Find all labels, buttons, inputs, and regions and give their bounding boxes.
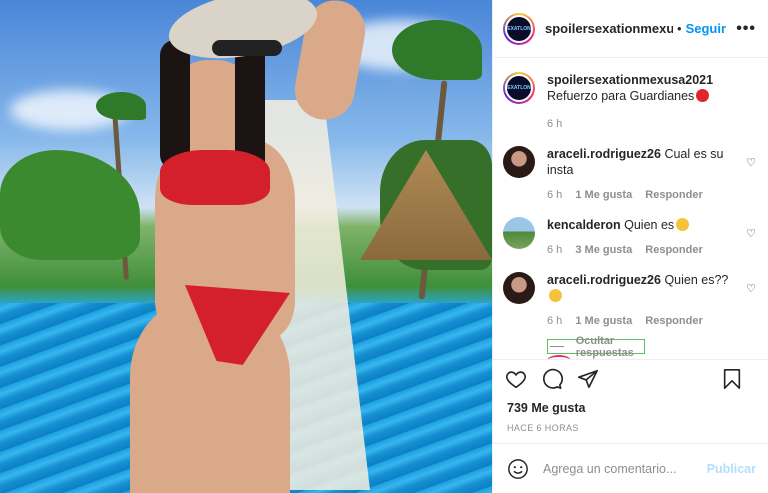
- avatar-logo-text: EXATLON: [507, 25, 531, 32]
- comment-username[interactable]: araceli.rodriguez26: [547, 147, 661, 161]
- separator-dot: •: [677, 21, 682, 36]
- reply-button[interactable]: Responder: [645, 244, 702, 256]
- commenter-avatar[interactable]: [503, 272, 535, 304]
- like-comment-heart-icon[interactable]: ♡: [746, 156, 756, 169]
- replies-line-divider: [550, 346, 564, 347]
- post-photo[interactable]: [0, 0, 492, 493]
- caption-time[interactable]: 6 h: [547, 118, 562, 130]
- hide-replies-label: Ocultar respuestas: [575, 334, 634, 359]
- caption-meta: 6 h: [547, 116, 738, 132]
- palm-frond: [392, 20, 482, 80]
- comment-body: araceli.rodriguez26 Quien es?? 6 h 1 Me …: [547, 272, 756, 329]
- share-button[interactable]: [577, 368, 599, 390]
- comment-body: kencalderon Quien es 6 h 3 Me gusta Resp…: [547, 217, 756, 258]
- sunglasses: [212, 40, 282, 56]
- avatar-logo-text: EXATLON: [507, 85, 531, 91]
- likes-count[interactable]: 739 Me gusta: [493, 397, 768, 417]
- comment-input[interactable]: Agrega un comentario...: [543, 462, 707, 476]
- avatar-image: EXATLON: [505, 74, 533, 102]
- caption-username[interactable]: spoilersexationmexusa2021: [547, 73, 713, 87]
- more-options-button[interactable]: •••: [736, 20, 756, 38]
- like-button[interactable]: [505, 368, 527, 390]
- caption: EXATLON spoilersexationmexusa2021 Refuer…: [503, 72, 756, 132]
- caption-text: Refuerzo para Guardianes: [547, 89, 695, 103]
- caption-avatar[interactable]: EXATLON: [503, 72, 535, 104]
- comment-time[interactable]: 6 h: [547, 315, 562, 327]
- reply-button[interactable]: Responder: [645, 189, 702, 201]
- avatar[interactable]: EXATLON: [503, 12, 535, 45]
- save-button[interactable]: [722, 368, 742, 390]
- hair: [160, 40, 190, 170]
- red-circle-emoji: [696, 89, 710, 102]
- comment-item: araceli.rodriguez26 Cual es su insta 6 h…: [503, 146, 756, 203]
- caption-body: spoilersexationmexusa2021 Refuerzo para …: [547, 72, 756, 132]
- comment-item: araceli.rodriguez26 Quien es?? 6 h 1 Me …: [503, 272, 756, 329]
- palm-frond: [96, 92, 146, 120]
- comment-likes[interactable]: 1 Me gusta: [575, 315, 632, 327]
- reply-button[interactable]: Responder: [645, 315, 702, 327]
- hide-replies-button[interactable]: Ocultar respuestas: [547, 335, 645, 359]
- header-username[interactable]: spoilersexationmexusa2: [545, 21, 673, 36]
- add-comment-bar: Agrega un comentario... Publicar: [493, 443, 768, 493]
- comment-likes[interactable]: 1 Me gusta: [575, 189, 632, 201]
- bikini-top: [160, 150, 270, 205]
- follow-button[interactable]: Seguir: [686, 21, 726, 36]
- comment-bubble-icon: [543, 368, 563, 389]
- bookmark-icon: [723, 368, 741, 389]
- sweat-smile-emoji: [549, 289, 562, 302]
- comment-body: araceli.rodriguez26 Cual es su insta 6 h…: [547, 146, 756, 203]
- avatar-image: EXATLON: [505, 14, 533, 43]
- comment-likes[interactable]: 3 Me gusta: [575, 244, 632, 256]
- post-dialog: EXATLON spoilersexationmexusa2 • Seguir …: [0, 0, 768, 493]
- comment-meta: 6 h 1 Me gusta Responder: [547, 187, 738, 203]
- comment-meta: 6 h 1 Me gusta Responder: [547, 313, 738, 329]
- comment-username[interactable]: kencalderon: [547, 218, 621, 232]
- post-timestamp[interactable]: HACE 6 HORAS: [493, 417, 768, 443]
- publish-button[interactable]: Publicar: [707, 462, 756, 476]
- comments-list[interactable]: EXATLON spoilersexationmexusa2021 Refuer…: [493, 58, 768, 359]
- comment-text: Quien es??: [664, 273, 729, 287]
- paper-plane-icon: [578, 369, 598, 388]
- next-reply-avatar: [547, 355, 571, 359]
- action-bar: [493, 359, 768, 397]
- commenter-avatar[interactable]: [503, 217, 535, 249]
- comment-time[interactable]: 6 h: [547, 189, 562, 201]
- comment-item: kencalderon Quien es 6 h 3 Me gusta Resp…: [503, 217, 756, 258]
- like-comment-heart-icon[interactable]: ♡: [746, 227, 756, 240]
- comment-username[interactable]: araceli.rodriguez26: [547, 273, 661, 287]
- commenter-avatar[interactable]: [503, 146, 535, 178]
- post-side-panel: EXATLON spoilersexationmexusa2 • Seguir …: [492, 0, 768, 493]
- comment-text: Quien es: [624, 218, 675, 232]
- post-header: EXATLON spoilersexationmexusa2 • Seguir …: [493, 0, 768, 58]
- comment-button[interactable]: [541, 368, 563, 390]
- surprised-face-emoji: [676, 218, 690, 231]
- emoji-smiley-icon[interactable]: [507, 458, 529, 480]
- like-comment-heart-icon[interactable]: ♡: [746, 282, 756, 295]
- heart-icon: [506, 370, 526, 388]
- comment-time[interactable]: 6 h: [547, 244, 562, 256]
- comment-meta: 6 h 3 Me gusta Responder: [547, 242, 738, 258]
